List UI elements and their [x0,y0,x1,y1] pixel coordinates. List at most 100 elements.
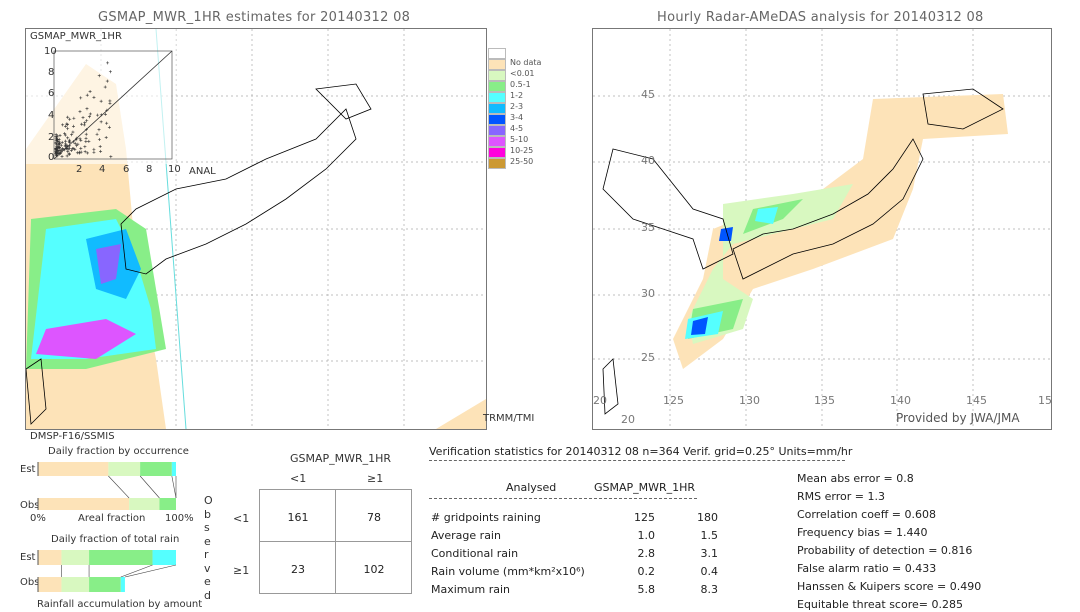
scatter-point [103,85,107,89]
verification-label: Rain volume (mm*km²x10⁶) [431,565,585,578]
legend-swatch [488,103,506,114]
inset-xtick: 10 [168,164,181,175]
cell-hit-none: 161 [287,511,309,524]
verification-label: Average rain [431,529,501,542]
scatter-point [84,136,88,140]
right-map-title: Hourly Radar-AMeDAS analysis for 2014031… [657,10,984,25]
est-bar-segment [152,550,176,565]
left-swath-edge [436,399,486,429]
est-label: Est [20,464,36,475]
obs-bar-segment [129,498,160,510]
scatter-point [72,116,76,120]
scatter-point [66,136,70,140]
scatter-point [105,121,109,125]
verification-label: # gridpoints raining [431,511,541,524]
scatter-point [67,152,71,156]
legend-swatch [488,59,506,70]
divider [429,498,697,499]
inset-ytick: 4 [48,110,55,121]
scatter-point [79,146,83,150]
legend-label: 25-50 [510,157,534,166]
scatter-point [99,149,103,153]
scatter-point [107,125,111,129]
est-bar-segment [171,462,176,476]
scatter-point [87,115,91,119]
axis-left-label: 0% [30,513,46,524]
scatter-point [76,142,80,146]
axis-right-label: 100% [165,513,194,524]
verification-header: Verification statistics for 20140312 08 … [429,445,853,458]
scatter-point [71,130,75,134]
lon-tick: 145 [966,394,987,407]
inset-xlabel: ANAL [189,166,216,177]
occurrence-title: Daily fraction by occurrence [48,446,189,457]
scatter-point [84,132,88,136]
obs-bar-segment [38,498,130,510]
scatter-point [108,70,112,74]
divider [260,541,411,542]
verification-label: Maximum rain [431,583,510,596]
scatter-point [87,139,91,143]
scatter-point [70,133,74,137]
inset-ytick: 2 [48,132,55,143]
lat-tick: 40 [641,154,655,167]
scatter-point [66,127,70,131]
inset-xtick: 6 [123,164,130,175]
scatter-point [79,96,83,100]
row-label: <1 [233,512,250,525]
score-line: Equitable threat score= 0.285 [797,598,963,611]
total-rain-title: Daily fraction of total rain [51,534,180,545]
left-map: GSMAP_MWR_1HR 10 8 6 4 2 0 2 4 6 8 10 AN… [25,28,487,430]
verification-analysed: 125 [634,511,655,524]
connector-line [120,564,153,578]
row-label: ≥1 [233,564,250,577]
occurrence-chart [37,462,177,510]
swath-label: TRMM/TMI [483,413,535,424]
lat-tick: 20 [621,413,635,426]
scatter-point [97,74,101,78]
credit-label: Provided by JWA/JMA [896,411,1020,425]
score-line: Frequency bias = 1.440 [797,526,928,539]
legend-label: <0.01 [510,69,535,78]
cell-hit: 102 [363,563,385,576]
scatter-point [83,121,87,125]
scatter-point [59,143,63,147]
scatter-point [60,140,64,144]
legend-label: 10-25 [510,146,534,155]
obs-bar-segment [61,577,90,592]
legend-swatch [488,92,506,103]
observed-label: Observed [204,494,213,602]
col-analysed: Analysed [506,481,557,494]
score-line: Mean abs error = 0.8 [797,472,914,485]
scatter-point [85,107,89,111]
inset-xtick: 2 [76,164,83,175]
score-line: False alarm ratio = 0.433 [797,562,937,575]
scatter-point [104,136,108,140]
lat-tick: 45 [641,88,655,101]
legend-swatch [488,48,506,59]
legend-label: 1-2 [510,91,524,100]
scatter-point [63,133,67,137]
legend-label: 0.5-1 [510,80,531,89]
connector-line [108,475,130,499]
inset-xtick: 8 [146,164,153,175]
scatter-point [95,132,99,136]
verification-analysed: 2.8 [637,547,656,560]
legend-swatch [488,114,506,125]
legend-label: 4-5 [510,124,524,133]
scatter-point [99,120,103,124]
scatter-point [98,144,102,148]
scatter-point [92,95,96,99]
inset-ytick: 8 [48,67,55,78]
inset-ytick: 0 [48,152,55,163]
est-bar-segment [89,550,153,565]
scatter-point [92,150,96,154]
lon-tick: 135 [814,394,835,407]
scatter-point [68,117,72,121]
color-legend: No data <0.01 0.5-1 1-2 2-3 3-4 4-5 5-10 10-25 25… [488,48,558,173]
scatter-point [85,119,89,123]
scatter-point [88,89,92,93]
scatter-point [82,123,86,127]
connector-line [124,564,177,578]
verification-label: Conditional rain [431,547,519,560]
